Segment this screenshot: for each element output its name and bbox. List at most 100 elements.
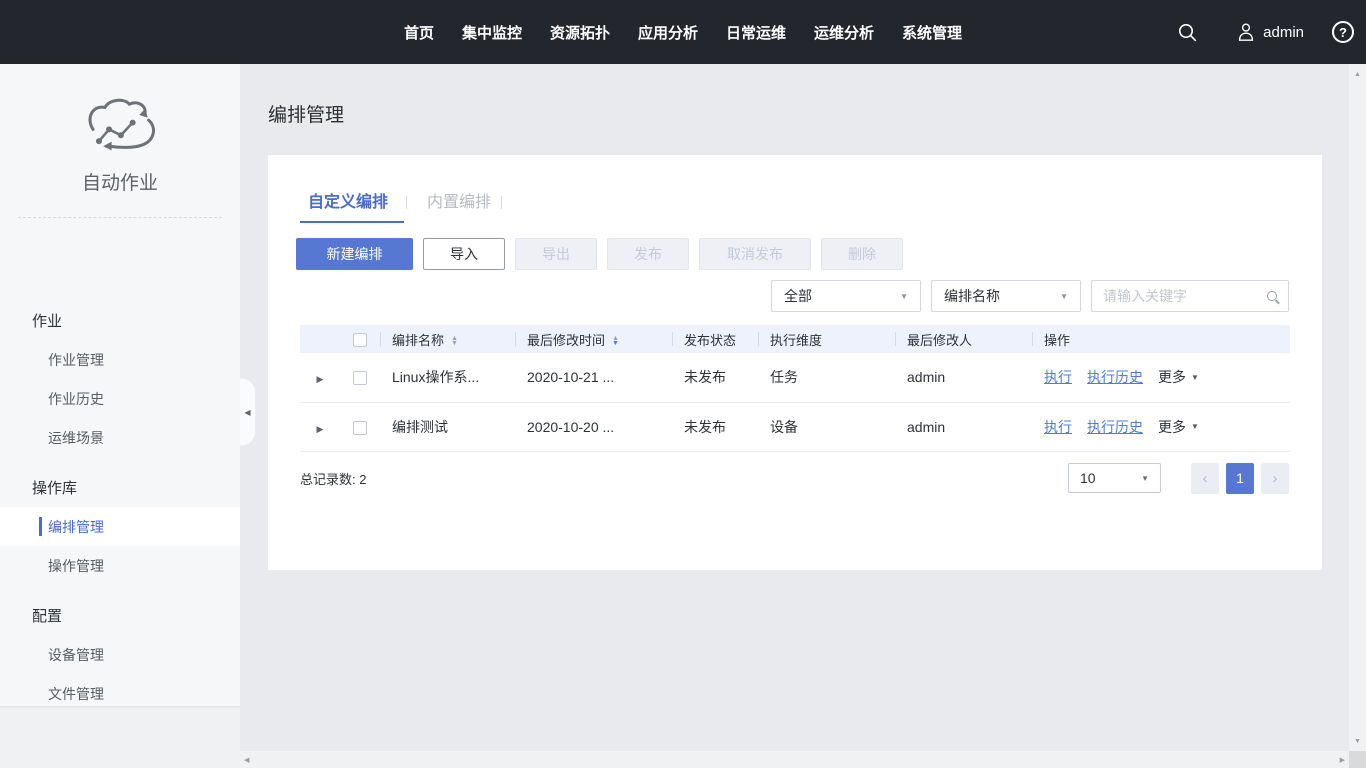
row-checkbox[interactable]: [353, 371, 367, 385]
page-size-value: 10: [1080, 470, 1096, 486]
expand-row-icon[interactable]: ▶: [317, 374, 324, 384]
cell-last-modifier: admin: [895, 402, 1032, 451]
publish-button[interactable]: 发布: [607, 238, 689, 270]
import-button[interactable]: 导入: [423, 238, 505, 270]
column-header-modified-time[interactable]: 最后修改时间▲▼: [515, 325, 672, 353]
pagination-controls: 10 ▼ ‹ 1 ›: [1068, 463, 1289, 494]
more-menu-button[interactable]: 更多▼: [1158, 367, 1199, 387]
cell-exec-dimension: 任务: [758, 353, 895, 402]
scroll-right-icon[interactable]: ▶: [1340, 756, 1345, 764]
field-filter-select[interactable]: 编排名称 ▼: [931, 280, 1081, 312]
user-menu[interactable]: admin: [1236, 21, 1304, 43]
help-icon[interactable]: [1332, 21, 1354, 43]
sidebar-section-job-label: 作业: [0, 301, 240, 340]
column-header-publish-status: 发布状态: [672, 325, 758, 353]
column-label: 执行维度: [770, 333, 822, 348]
sidebar-item-operation-mgmt[interactable]: 操作管理: [0, 546, 240, 585]
field-filter-value: 编排名称: [944, 286, 1000, 306]
column-header-name[interactable]: 编排名称 ▲▼: [380, 325, 515, 353]
tab-custom-orchestration[interactable]: 自定义编排: [300, 188, 404, 223]
nav-item-resource-topology[interactable]: 资源拓扑: [550, 22, 610, 43]
sort-desc-icon: ▼: [451, 341, 458, 346]
toolbar: 新建编排 导入 导出 发布 取消发布 删除: [296, 238, 903, 270]
cell-publish-status: 未发布: [672, 402, 758, 451]
pagination-next-button[interactable]: ›: [1261, 463, 1289, 494]
sidebar-section-operation-lib: 操作库 编排管理 操作管理: [0, 468, 240, 585]
create-orchestration-button[interactable]: 新建编排: [296, 238, 413, 270]
delete-button[interactable]: 删除: [821, 238, 903, 270]
sidebar-item-device-mgmt[interactable]: 设备管理: [0, 635, 240, 674]
expand-row-icon[interactable]: ▶: [317, 424, 324, 434]
cell-modified-time: 2020-10-20 ...: [515, 402, 672, 451]
scrollbar-corner: [1349, 751, 1366, 768]
pager: ‹ 1 ›: [1191, 463, 1289, 494]
table-row: ▶ Linux操作系... 2020-10-21 ... 未发布 任务 admi…: [300, 353, 1290, 402]
sidebar-item-job-history[interactable]: 作业历史: [0, 379, 240, 418]
horizontal-scrollbar[interactable]: ◀ ▶: [240, 751, 1349, 768]
filter-bar: 全部 ▼ 编排名称 ▼: [771, 280, 1289, 312]
sidebar-menu: 作业 作业管理 作业历史 运维场景 操作库 编排管理 操作管理 配置 设备管理 …: [0, 301, 240, 752]
execute-link[interactable]: 执行: [1044, 417, 1072, 437]
pagination-prev-button[interactable]: ‹: [1191, 463, 1219, 494]
execute-history-link[interactable]: 执行历史: [1087, 367, 1143, 387]
more-menu-button[interactable]: 更多▼: [1158, 417, 1199, 437]
app-screen: 首页 集中监控 资源拓扑 应用分析 日常运维 运维分析 系统管理 admin: [0, 0, 1366, 768]
scroll-up-icon[interactable]: ▲: [1349, 66, 1366, 82]
sidebar-item-label: 编排管理: [48, 517, 104, 537]
row-checkbox[interactable]: [353, 421, 367, 435]
status-filter-select[interactable]: 全部 ▼: [771, 280, 921, 312]
app-title: 自动作业: [0, 168, 240, 195]
sidebar-item-job-mgmt[interactable]: 作业管理: [0, 340, 240, 379]
search-icon[interactable]: [1267, 291, 1277, 301]
scroll-left-icon[interactable]: ◀: [244, 756, 249, 764]
page-size-select[interactable]: 10 ▼: [1068, 463, 1161, 493]
sidebar-item-orchestration-mgmt[interactable]: 编排管理: [0, 507, 240, 546]
column-label: 编排名称: [392, 333, 444, 348]
nav-item-ops-analysis[interactable]: 运维分析: [814, 22, 874, 43]
sort-icons[interactable]: ▲▼: [612, 336, 619, 346]
sidebar-item-ops-scenario[interactable]: 运维场景: [0, 418, 240, 457]
nav-item-home[interactable]: 首页: [404, 22, 434, 43]
total-records-label: 总记录数: 2: [300, 469, 366, 488]
collapse-left-icon: ◀: [244, 408, 250, 417]
cell-exec-dimension: 设备: [758, 402, 895, 451]
row-actions: 执行 执行历史 更多▼: [1044, 417, 1290, 437]
vertical-scrollbar[interactable]: ▲ ▼: [1349, 64, 1366, 751]
sidebar-item-label: 作业历史: [48, 389, 104, 409]
automation-logo-icon: [77, 94, 163, 158]
select-all-checkbox[interactable]: [353, 333, 367, 347]
sidebar: 自动作业 作业 作业管理 作业历史 运维场景 操作库 编排管理 操作管理 配置 …: [0, 64, 240, 707]
table-header-row: 编排名称▲▼ 最后修改时间▲▼ 发布状态 执行维度 最后修改人 操作: [300, 325, 1290, 353]
sidebar-collapse-handle[interactable]: ◀: [240, 378, 256, 446]
tab-separator: [406, 196, 407, 209]
column-header-last-modifier: 最后修改人: [895, 325, 1032, 353]
column-label: 最后修改人: [907, 333, 972, 348]
execute-link[interactable]: 执行: [1044, 367, 1072, 387]
tab-builtin-orchestration[interactable]: 内置编排: [419, 188, 499, 223]
execute-history-link[interactable]: 执行历史: [1087, 417, 1143, 437]
chevron-down-icon: ▼: [900, 292, 908, 301]
table-footer: 总记录数: 2 10 ▼ ‹ 1 ›: [300, 462, 1289, 494]
row-actions: 执行 执行历史 更多▼: [1044, 367, 1290, 387]
nav-item-app-analysis[interactable]: 应用分析: [638, 22, 698, 43]
nav-item-system-mgmt[interactable]: 系统管理: [902, 22, 962, 43]
cell-last-modifier: admin: [895, 353, 1032, 402]
export-button[interactable]: 导出: [515, 238, 597, 270]
pagination-page-1[interactable]: 1: [1226, 463, 1254, 494]
sidebar-section-config-label: 配置: [0, 596, 240, 635]
cell-name: Linux操作系...: [380, 353, 515, 402]
chevron-down-icon: ▼: [1060, 292, 1068, 301]
scroll-down-icon[interactable]: ▼: [1349, 733, 1366, 749]
column-label: 发布状态: [684, 333, 736, 348]
tab-bar: 自定义编排 内置编排: [300, 188, 514, 223]
nav-item-daily-ops[interactable]: 日常运维: [726, 22, 786, 43]
header-checkbox-cell: [340, 325, 380, 353]
more-label: 更多: [1158, 367, 1186, 387]
sort-icons[interactable]: ▲▼: [451, 336, 458, 346]
unpublish-button[interactable]: 取消发布: [699, 238, 811, 270]
keyword-search-input[interactable]: [1103, 288, 1261, 304]
sort-desc-icon-active: ▼: [612, 341, 619, 346]
nav-item-central-monitoring[interactable]: 集中监控: [462, 22, 522, 43]
more-label: 更多: [1158, 417, 1186, 437]
search-icon[interactable]: [1177, 22, 1198, 43]
